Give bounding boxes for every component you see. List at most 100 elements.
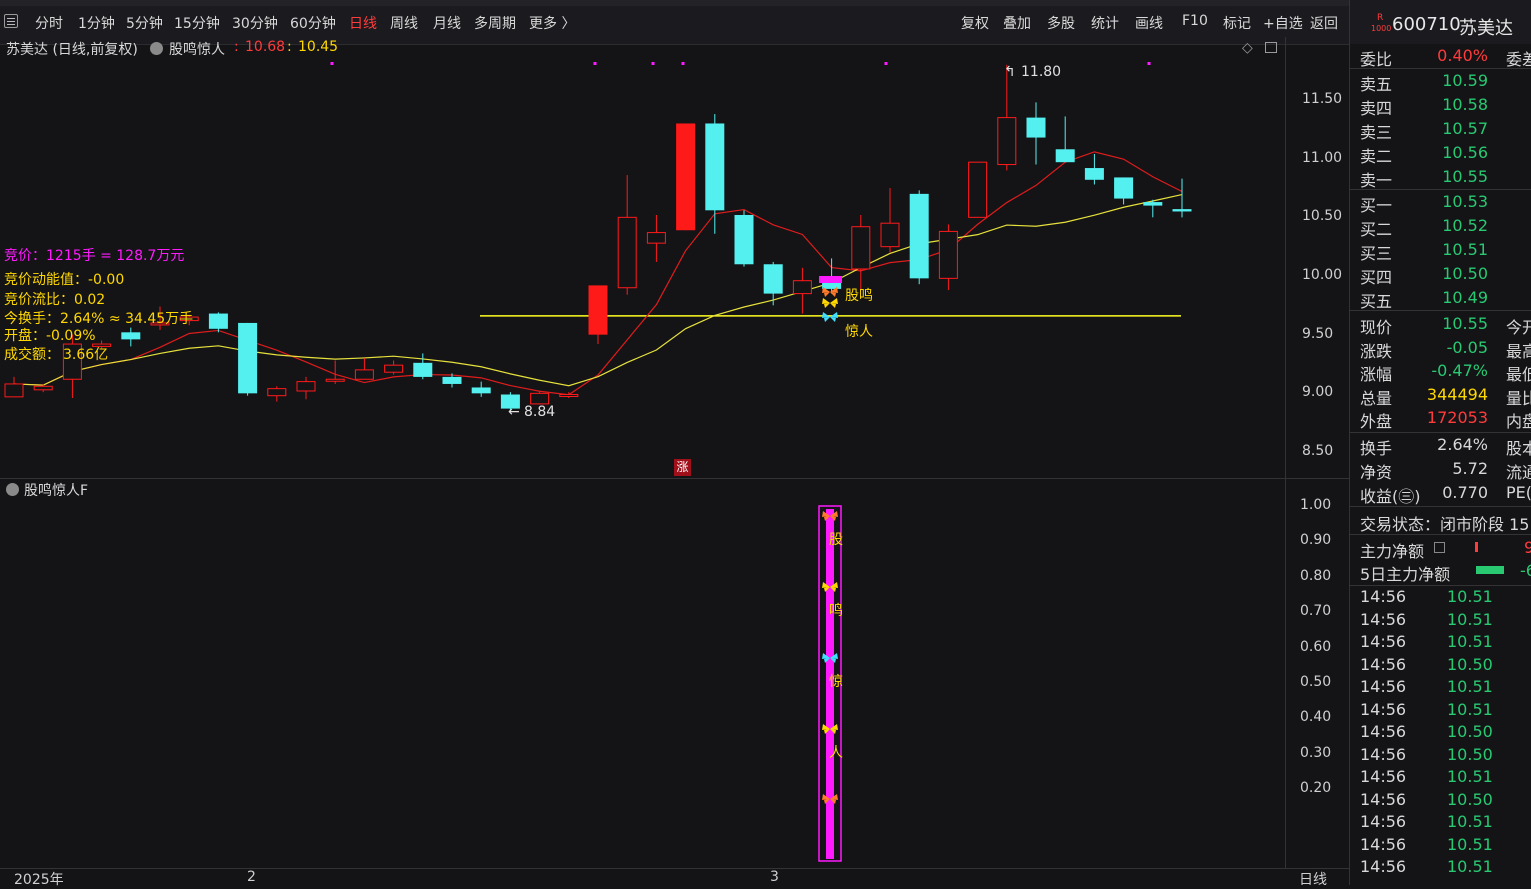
- tick-time: 14:56: [1360, 834, 1407, 854]
- candle-body: [705, 123, 725, 211]
- ratio-value: 0.40%: [1437, 46, 1488, 65]
- candle-body: [267, 388, 287, 397]
- ratio-label: 委比: [1360, 50, 1393, 69]
- period-tab[interactable]: 15分钟: [174, 13, 220, 33]
- tick-price: 10.51: [1447, 857, 1493, 876]
- tick-price: 10.51: [1447, 632, 1493, 651]
- candle: [384, 360, 404, 375]
- tick-price: 10.51: [1447, 609, 1493, 629]
- candle-body: [442, 376, 462, 384]
- period-tab[interactable]: 多周期: [474, 13, 516, 33]
- main5-net-bar: [1476, 566, 1504, 574]
- asks-label: 卖一: [1360, 171, 1393, 190]
- stats2-row: 净资 5.72 流通: [1350, 457, 1531, 482]
- candle-body: [471, 387, 491, 394]
- ma-short-line: [13, 151, 1183, 396]
- tick-time: 14:56: [1360, 677, 1407, 696]
- stats-label: 涨幅: [1360, 365, 1393, 384]
- tool-button[interactable]: 多股: [1047, 13, 1075, 33]
- main-net-bar: [1475, 542, 1478, 552]
- tick-price: 10.51: [1447, 767, 1493, 786]
- signal-label-1: 股鸣: [845, 288, 873, 304]
- tool-button[interactable]: +自选: [1263, 13, 1303, 33]
- period-tab[interactable]: 60分钟: [290, 13, 336, 33]
- candle: [997, 64, 1017, 171]
- stats-label: 现价: [1360, 318, 1393, 337]
- stats2-row: 收益(㊂) 0.770 PE(: [1350, 481, 1531, 506]
- candle-body: [4, 383, 24, 398]
- candle: [880, 188, 900, 253]
- high-marker: 11.80: [1021, 64, 1062, 80]
- signal-char: 股: [829, 532, 843, 548]
- tool-button[interactable]: 画线: [1135, 13, 1163, 33]
- candle: [938, 224, 958, 291]
- asks-label: 卖五: [1360, 75, 1393, 94]
- candle: [238, 322, 258, 396]
- menu-icon[interactable]: [4, 14, 18, 28]
- signal-dot: [681, 62, 685, 65]
- stats-row: 涨幅 -0.47% 最低: [1350, 359, 1531, 384]
- period-tab[interactable]: 分时: [35, 13, 63, 33]
- candle-body: [296, 381, 316, 392]
- candle: [267, 386, 287, 402]
- tool-button[interactable]: 复权: [961, 13, 989, 33]
- stats-label-2: 量比: [1506, 388, 1531, 408]
- period-tab[interactable]: 更多 〉: [529, 13, 575, 33]
- main-chart[interactable]: 苏美达 (日线,前复权) 股鸣惊人 : 10.68 : 10.45 ◇ 竞价：1…: [0, 37, 1285, 478]
- candle: [121, 327, 141, 347]
- candle-body: [33, 385, 53, 391]
- candle-body: [646, 232, 666, 244]
- quote-panel: R 1000 600710 苏美达 委比 0.40% 委差 卖五 10.59 卖四 1…: [1349, 0, 1531, 885]
- bids-value: 10.53: [1442, 192, 1488, 211]
- candle: [208, 312, 228, 333]
- sub-tick: 0.60: [1300, 638, 1332, 655]
- stats-label-2: 今开: [1506, 318, 1531, 337]
- signal-bar: [819, 276, 842, 283]
- asks-value: 10.56: [1442, 143, 1488, 162]
- candle-body: [530, 392, 550, 405]
- tool-button[interactable]: 返回: [1310, 13, 1338, 33]
- main-net-row: 主力净额 9: [1350, 536, 1531, 561]
- sub-tick: 0.90: [1300, 532, 1332, 549]
- stats-row: 总量 344494 量比: [1350, 383, 1531, 408]
- period-tab[interactable]: 1分钟: [78, 13, 115, 33]
- signal-plot: [818, 505, 842, 862]
- main-net-info-icon[interactable]: [1434, 542, 1445, 553]
- ratio-right-label: 委差: [1506, 50, 1531, 69]
- asks-value: 10.57: [1442, 119, 1488, 138]
- candle-body: [1055, 149, 1075, 163]
- badge-top: R: [1377, 13, 1384, 23]
- stats2-row: 换手 2.64% 股本: [1350, 433, 1531, 458]
- period-tab[interactable]: 月线: [433, 13, 461, 33]
- asks-row: 卖一 10.55: [1350, 165, 1531, 190]
- candle-body: [851, 226, 871, 270]
- stock-header: R 1000 600710 苏美达: [1350, 0, 1531, 44]
- tick-time: 14:56: [1360, 812, 1407, 831]
- candle: [909, 190, 929, 285]
- stats-label-2: 内盘: [1506, 412, 1531, 431]
- candle-body: [354, 369, 374, 380]
- candle-body: [413, 362, 433, 377]
- trade-state-row: 交易状态：闭市阶段 15: [1350, 509, 1531, 534]
- stats-value: -0.05: [1446, 337, 1488, 357]
- tool-button[interactable]: 标记: [1223, 13, 1251, 33]
- tool-button[interactable]: 统计: [1091, 13, 1119, 33]
- price-tick: 11.50: [1302, 91, 1343, 107]
- stats2-value: 5.72: [1452, 459, 1488, 478]
- stats-label-2: 最低: [1506, 365, 1531, 384]
- stats-value: 10.55: [1442, 314, 1488, 333]
- bids-label: 买二: [1360, 220, 1393, 239]
- tool-button[interactable]: F10: [1182, 13, 1208, 29]
- candle-body: [938, 230, 958, 279]
- candle: [705, 114, 725, 234]
- period-tab[interactable]: 5分钟: [126, 13, 163, 33]
- period-tab[interactable]: 30分钟: [232, 13, 278, 33]
- sub-chart[interactable]: 股鸣惊人F 股鸣惊人: [0, 478, 1285, 869]
- tool-button[interactable]: 叠加: [1003, 13, 1031, 33]
- stats-value: 172053: [1426, 408, 1488, 427]
- stats-value: 344494: [1426, 384, 1488, 404]
- candle: [1084, 153, 1104, 185]
- period-tab[interactable]: 周线: [390, 13, 418, 33]
- zhang-badge: 涨: [674, 459, 691, 476]
- period-tab[interactable]: 日线: [349, 13, 377, 33]
